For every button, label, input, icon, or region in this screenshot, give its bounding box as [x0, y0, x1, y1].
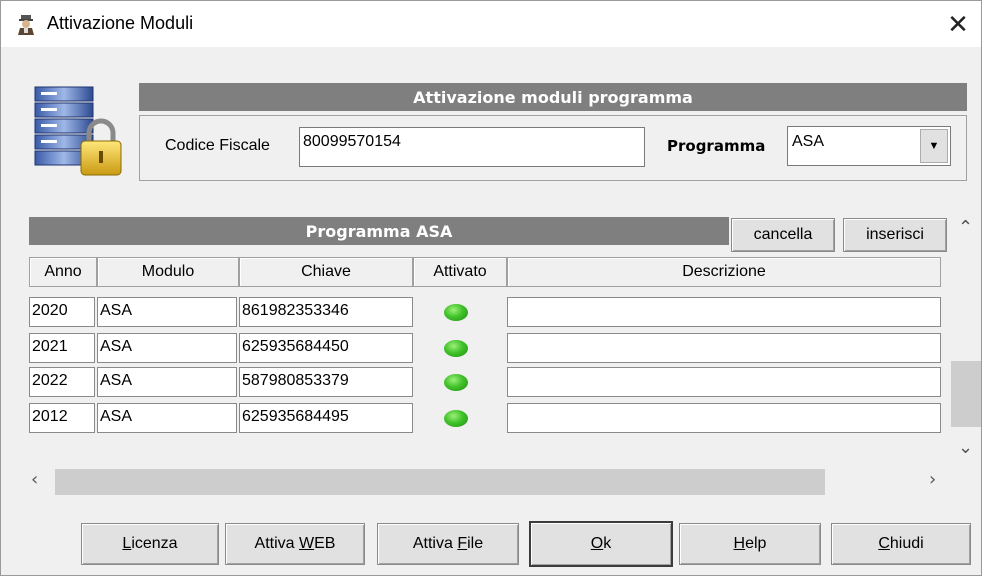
chiudi-button[interactable]: Chiudi [831, 523, 971, 565]
ok-label: Ok [590, 535, 612, 552]
close-button[interactable]: ✕ [935, 1, 981, 47]
column-header-chiave[interactable]: Chiave [239, 257, 413, 287]
scroll-down-icon[interactable]: ⌄ [958, 437, 973, 458]
programma-value: ASA [792, 133, 825, 150]
modulo-cell[interactable]: ASA [97, 333, 237, 363]
anno-cell[interactable]: 2020 [29, 297, 95, 327]
chiave-cell[interactable]: 625935684495 [239, 403, 413, 433]
scroll-right-icon[interactable]: › [929, 469, 936, 490]
green-led-icon [444, 304, 468, 321]
chiave-cell[interactable]: 625935684450 [239, 333, 413, 363]
title-bar: Attivazione Moduli ✕ [1, 1, 981, 47]
attivazione-moduli-window: Attivazione Moduli ✕ Attivazione moduli … [0, 0, 982, 576]
codice-fiscale-label: Codice Fiscale [165, 137, 270, 154]
attiva-web-label: Attiva WEB [254, 535, 336, 552]
anno-cell[interactable]: 2022 [29, 367, 95, 397]
descrizione-cell[interactable] [507, 333, 941, 363]
chiave-cell[interactable]: 861982353346 [239, 297, 413, 327]
modulo-cell[interactable]: ASA [97, 297, 237, 327]
header-title: Attivazione moduli programma [413, 87, 693, 107]
column-header-descrizione[interactable]: Descrizione [507, 257, 941, 287]
scroll-left-icon[interactable]: ‹ [31, 469, 38, 490]
user-icon [18, 15, 34, 35]
attiva-web-button[interactable]: Attiva WEB [225, 523, 365, 565]
help-button[interactable]: Help [679, 523, 821, 565]
window-title: Attivazione Moduli [47, 13, 194, 33]
descrizione-cell[interactable] [507, 297, 941, 327]
licenza-button[interactable]: Licenza [81, 523, 219, 565]
descrizione-cell[interactable] [507, 403, 941, 433]
database-lock-icon [34, 86, 122, 176]
column-header-anno[interactable]: Anno [29, 257, 97, 287]
modulo-cell[interactable]: ASA [97, 367, 237, 397]
anno-cell[interactable]: 2021 [29, 333, 95, 363]
licenza-label: Licenza [122, 535, 178, 552]
cancella-button[interactable]: cancella [731, 218, 835, 252]
green-led-icon [444, 374, 468, 391]
chevron-down-icon: ▼ [928, 140, 940, 152]
horizontal-scroll-thumb[interactable] [55, 469, 825, 495]
modulo-cell[interactable]: ASA [97, 403, 237, 433]
programma-label: Programma [667, 137, 766, 155]
descrizione-cell[interactable] [507, 367, 941, 397]
column-header-attivato[interactable]: Attivato [413, 257, 507, 287]
chiudi-label: Chiudi [878, 535, 924, 552]
attiva-file-label: Attiva File [412, 535, 484, 552]
vertical-scroll-thumb[interactable] [951, 361, 981, 427]
dropdown-button[interactable]: ▼ [920, 129, 948, 163]
section-bar: Programma ASA [29, 217, 729, 245]
codice-fiscale-input[interactable]: 80099570154 [299, 127, 645, 167]
anno-cell[interactable]: 2012 [29, 403, 95, 433]
scroll-up-icon[interactable]: ⌃ [958, 217, 973, 238]
column-header-modulo[interactable]: Modulo [97, 257, 239, 287]
chiave-cell[interactable]: 587980853379 [239, 367, 413, 397]
header-bar: Attivazione moduli programma [139, 83, 967, 111]
attiva-file-button[interactable]: Attiva File [377, 523, 519, 565]
green-led-icon [444, 410, 468, 427]
section-title: Programma ASA [305, 221, 453, 241]
help-label: Help [733, 535, 767, 552]
inserisci-button[interactable]: inserisci [843, 218, 947, 252]
close-icon: ✕ [947, 8, 969, 39]
ok-button[interactable]: Ok [529, 521, 673, 567]
green-led-icon [444, 340, 468, 357]
programma-select[interactable]: ASA ▼ [787, 126, 951, 166]
